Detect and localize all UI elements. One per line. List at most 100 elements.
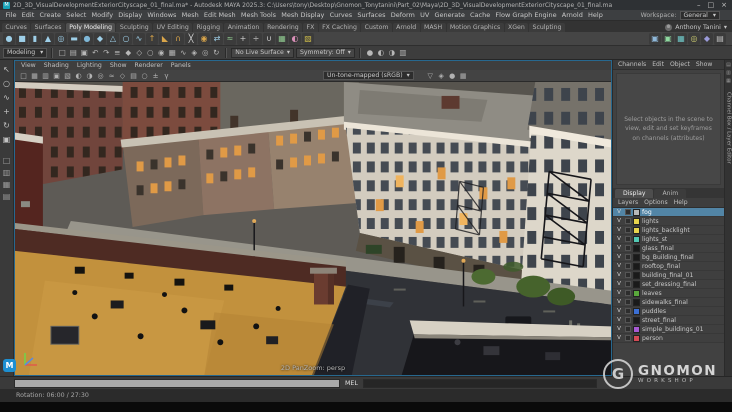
sidebar-toggle-icon[interactable]: ▥ [726, 70, 732, 76]
channel-box-menu-item[interactable]: Object [668, 61, 692, 68]
layer-name[interactable]: fog [642, 209, 652, 216]
layer-color-swatch[interactable] [633, 298, 640, 306]
panel-toolbar-icon[interactable]: ▦ [29, 72, 40, 80]
shelf-tab[interactable]: Sculpting [529, 23, 565, 32]
sidebar-tab-label[interactable]: Channel Box / Layer Editor [726, 92, 732, 164]
layer-name[interactable]: glass_final [642, 245, 674, 252]
layer-row[interactable]: V rooftop_final [613, 262, 724, 271]
shelf-icon[interactable]: ÷ [250, 32, 262, 45]
command-language-toggle[interactable]: MEL [340, 380, 363, 387]
sidebar-toggle-icon[interactable]: ▤ [726, 62, 732, 68]
shelf-tab[interactable]: Curves [2, 23, 31, 32]
shelf-tab[interactable]: Motion Graphics [446, 23, 504, 32]
layer-color-swatch[interactable] [633, 334, 640, 342]
shelf-icon[interactable]: ∩ [172, 32, 184, 45]
panel-toolbar-icon[interactable]: γ [161, 72, 172, 80]
panel-toolbar-icon[interactable]: ◎ [95, 72, 106, 80]
shelf-icon[interactable]: ◎ [688, 32, 700, 45]
sidebar-toggle-icon[interactable]: ▦ [726, 78, 732, 84]
layer-name[interactable]: lights [642, 218, 659, 225]
layer-row[interactable]: V puddles [613, 307, 724, 316]
status-line-icon[interactable]: ○ [145, 47, 155, 58]
shelf-tab[interactable]: Rigging [193, 23, 224, 32]
layer-editor-tab[interactable]: Anim [654, 189, 687, 198]
layer-playback-toggle[interactable] [625, 227, 631, 233]
shelf-icon[interactable]: ○ [120, 32, 132, 45]
layer-name[interactable]: set_dressing_final [642, 281, 696, 288]
tool-icon[interactable]: ▣ [1, 134, 12, 145]
panel-toolbar-icon[interactable]: ◑ [84, 72, 95, 80]
shelf-icon[interactable]: ∪ [263, 32, 275, 45]
shelf-tab[interactable]: XGen [504, 23, 529, 32]
menu-item[interactable]: Edit [19, 11, 37, 19]
layer-row[interactable]: V lights_backlight [613, 226, 724, 235]
menu-item[interactable]: Modify [89, 11, 116, 19]
layer-visibility-toggle[interactable]: V [615, 335, 623, 341]
command-result-field[interactable] [362, 378, 597, 388]
layer-row[interactable]: V sidewalks_final [613, 298, 724, 307]
layer-name[interactable]: simple_buildings_01 [642, 326, 704, 333]
panel-toolbar-icon[interactable]: ● [447, 72, 458, 80]
menu-item[interactable]: Arnold [559, 11, 585, 19]
layer-row[interactable]: V street_final [613, 316, 724, 325]
menu-item[interactable]: Display [116, 11, 145, 19]
layer-editor-menu-item[interactable]: Layers [616, 199, 640, 206]
layer-name[interactable]: bg_Building_final [642, 254, 694, 261]
shelf-icon[interactable]: ╳ [185, 32, 197, 45]
layout-shortcut-icon[interactable]: □ [1, 156, 12, 165]
menu-item[interactable]: Create [37, 11, 64, 19]
shelf-icon[interactable]: ▣ [649, 32, 661, 45]
render-icon[interactable]: ▥ [398, 47, 408, 58]
render-icon[interactable]: ● [365, 47, 375, 58]
layer-row[interactable]: V simple_buildings_01 [613, 325, 724, 334]
shelf-tab[interactable]: UV Editing [153, 23, 193, 32]
layer-editor-tab[interactable]: Display [615, 189, 654, 198]
layer-color-swatch[interactable] [633, 253, 640, 261]
minimize-button[interactable]: – [697, 1, 701, 9]
layer-visibility-toggle[interactable]: V [615, 299, 623, 305]
shelf-tab[interactable]: Rendering [263, 23, 303, 32]
layer-color-swatch[interactable] [633, 316, 640, 324]
layer-playback-toggle[interactable] [625, 218, 631, 224]
shelf-icon[interactable]: + [237, 32, 249, 45]
layer-playback-toggle[interactable] [625, 209, 631, 215]
status-line-icon[interactable]: ◉ [156, 47, 166, 58]
layer-visibility-toggle[interactable]: V [615, 281, 623, 287]
layer-color-swatch[interactable] [633, 289, 640, 297]
panel-menu-item[interactable]: View [18, 62, 39, 69]
menu-item[interactable]: Mesh [179, 11, 201, 19]
layer-visibility-toggle[interactable]: V [615, 218, 623, 224]
layer-color-swatch[interactable] [633, 325, 640, 333]
tool-icon[interactable]: ∿ [1, 92, 12, 103]
layer-color-swatch[interactable] [633, 208, 640, 216]
panel-toolbar-icon[interactable]: ▦ [458, 72, 469, 80]
layer-playback-toggle[interactable] [625, 308, 631, 314]
layer-playback-toggle[interactable] [625, 281, 631, 287]
shelf-icon[interactable]: ∿ [133, 32, 145, 45]
shelf-icon[interactable]: ● [3, 32, 15, 45]
shelf-icon[interactable]: ▮ [29, 32, 41, 45]
layer-name[interactable]: building_final_01 [642, 272, 693, 279]
shelf-icon[interactable]: ● [81, 32, 93, 45]
menu-item[interactable]: File [3, 11, 19, 19]
layer-visibility-toggle[interactable]: V [615, 254, 623, 260]
layer-row[interactable]: V lights_st [613, 235, 724, 244]
status-line-icon[interactable]: ▤ [68, 47, 78, 58]
shelf-icon[interactable]: ◐ [289, 32, 301, 45]
panel-menu-item[interactable]: Panels [168, 62, 194, 69]
shelf-icon[interactable]: ▲ [42, 32, 54, 45]
layer-editor-menu-item[interactable]: Options [642, 199, 670, 206]
layer-row[interactable]: V building_final_01 [613, 271, 724, 280]
shelf-tab[interactable]: FX Caching [318, 23, 361, 32]
status-line-icon[interactable]: ↷ [101, 47, 111, 58]
shelf-tab[interactable]: Animation [224, 23, 263, 32]
menu-item[interactable]: Edit Mesh [201, 11, 238, 19]
shelf-icon[interactable]: ▧ [302, 32, 314, 45]
layer-name[interactable]: street_final [642, 317, 676, 324]
menu-item[interactable]: UV [417, 11, 431, 19]
layer-row[interactable]: V bg_Building_final [613, 253, 724, 262]
layer-editor-menu-item[interactable]: Help [672, 199, 690, 206]
layout-shortcut-icon[interactable]: ▦ [1, 180, 12, 189]
shelf-icon[interactable]: ▦ [276, 32, 288, 45]
shelf-tab[interactable]: Poly Modeling [65, 23, 116, 32]
